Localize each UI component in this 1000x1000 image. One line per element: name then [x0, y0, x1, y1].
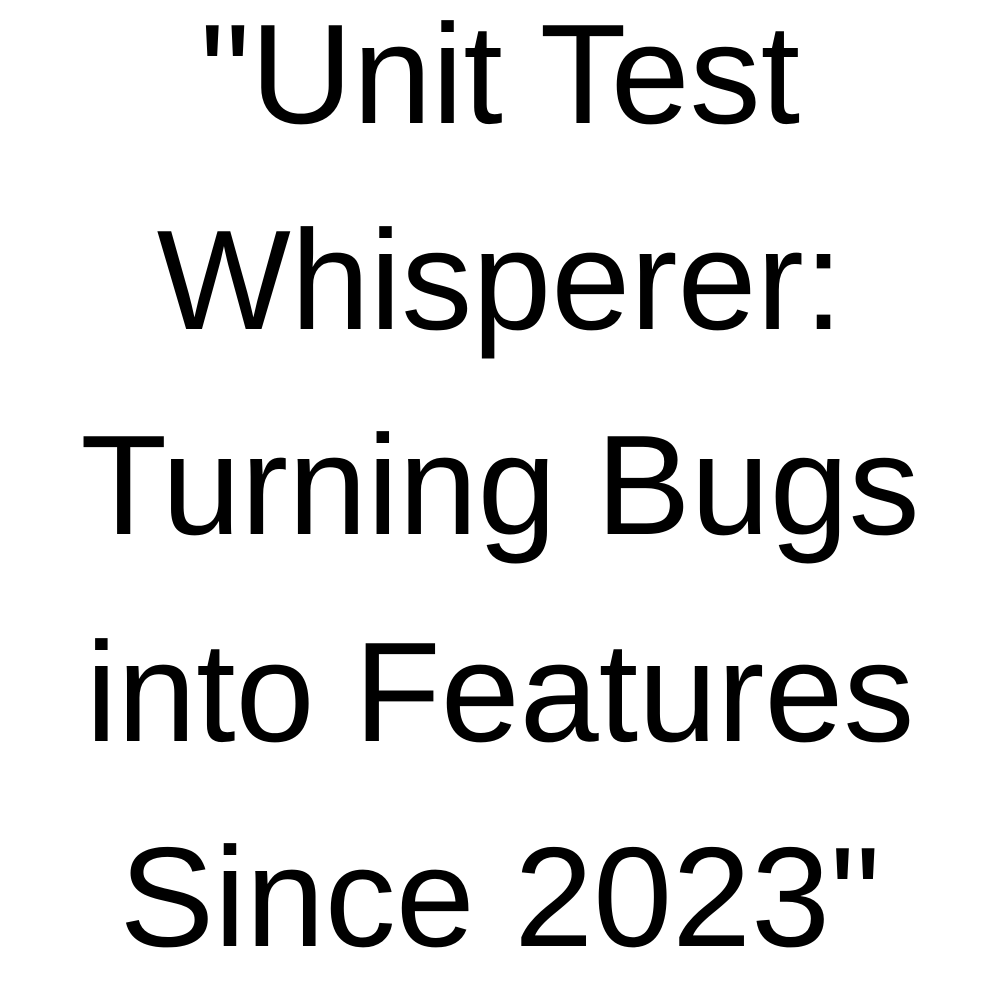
- quote-line-3: Turning Bugs: [80, 406, 920, 565]
- quote-line-4: into Features: [85, 613, 915, 772]
- quote-line-1: "Unit Test: [199, 0, 801, 154]
- quote-canvas: "Unit Test Whisperer: Turning Bugs into …: [0, 0, 1000, 1000]
- quote-line-5: Since 2023": [119, 818, 881, 977]
- quote-line-2: Whisperer:: [156, 201, 844, 360]
